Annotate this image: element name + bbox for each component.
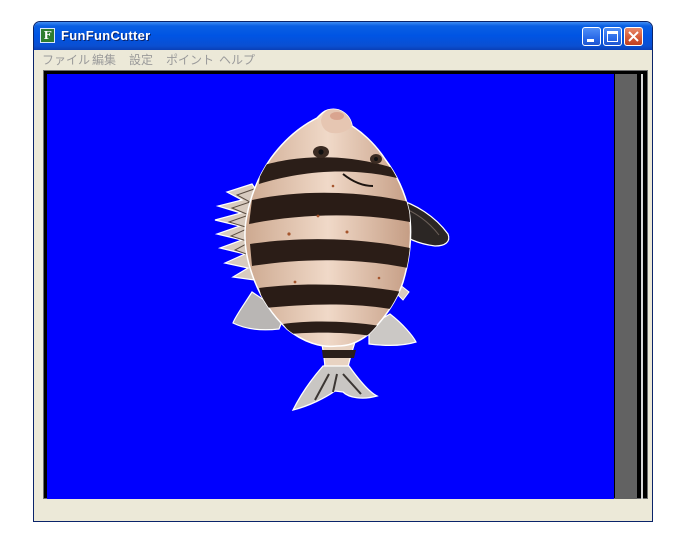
menu-file[interactable]: ファイル <box>42 53 90 67</box>
app-icon[interactable]: F <box>40 28 55 43</box>
image-canvas[interactable] <box>47 74 614 499</box>
view-frame-edge <box>641 74 643 499</box>
close-icon <box>628 31 639 42</box>
maximize-button[interactable] <box>603 27 622 46</box>
menu-edit[interactable]: 編集 <box>92 53 116 67</box>
maximize-icon <box>607 31 618 42</box>
minimize-icon <box>587 39 594 42</box>
minimize-button[interactable] <box>582 27 601 46</box>
close-button[interactable] <box>624 27 643 46</box>
menu-point[interactable]: ポイント <box>166 53 214 67</box>
vertical-scrollbar[interactable] <box>615 74 637 499</box>
menu-help[interactable]: ヘルプ <box>219 53 255 67</box>
app-window: F FunFunCutter ファイル 編集 設定 ポイント ヘルプ <box>33 21 653 522</box>
menu-bar: ファイル 編集 設定 ポイント ヘルプ <box>34 50 652 70</box>
title-bar[interactable]: F FunFunCutter <box>34 22 652 50</box>
window-title: FunFunCutter <box>61 28 151 43</box>
image-view-frame <box>43 70 648 499</box>
menu-settings[interactable]: 設定 <box>129 53 153 67</box>
status-bar <box>34 500 652 521</box>
fish-image[interactable] <box>47 74 614 499</box>
